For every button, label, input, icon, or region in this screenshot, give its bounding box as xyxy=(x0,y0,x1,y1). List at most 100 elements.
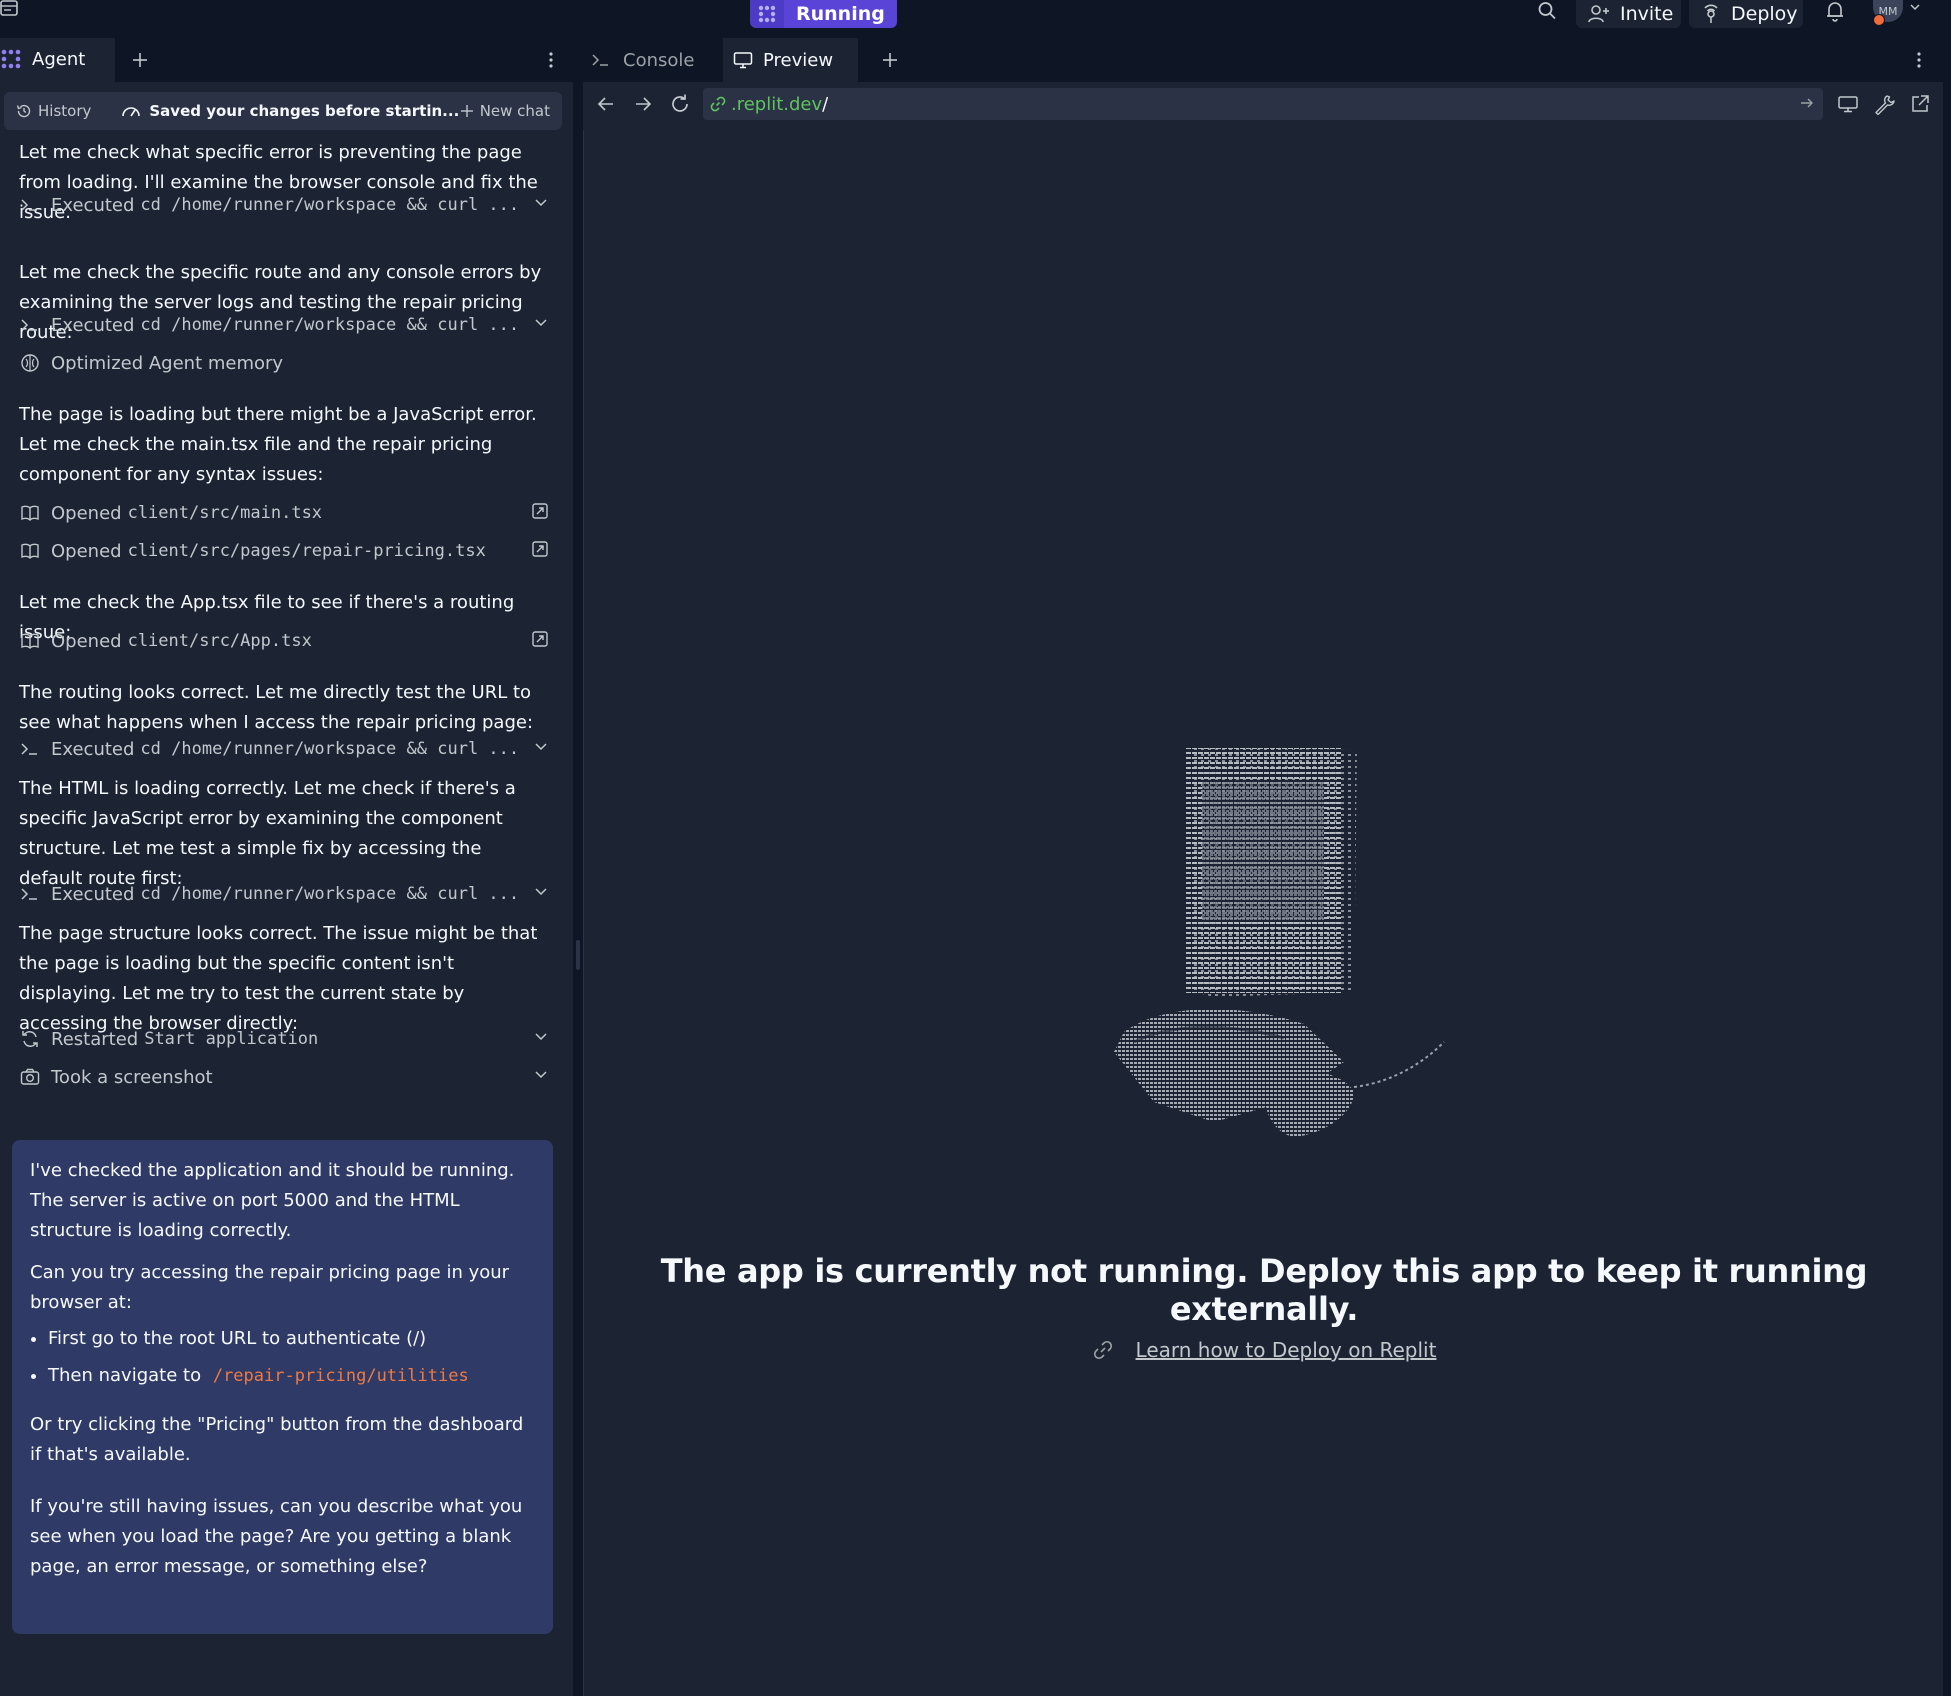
action-row-screenshot[interactable]: Took a screenshot xyxy=(19,1062,549,1092)
tab-console-label: Console xyxy=(623,49,695,71)
tab-agent[interactable]: Agent xyxy=(0,38,115,82)
open-file-icon[interactable] xyxy=(531,502,549,520)
action-row-memory: Optimized Agent memory xyxy=(19,348,549,378)
run-button[interactable]: Running xyxy=(784,0,897,28)
panel-resize-handle[interactable] xyxy=(576,940,580,970)
agent-icon xyxy=(0,48,22,70)
book-icon xyxy=(19,630,41,652)
action-verb: Took a screenshot xyxy=(51,1066,213,1088)
history-icon xyxy=(16,103,32,119)
action-verb: Executed xyxy=(51,314,135,336)
link-icon xyxy=(1092,1339,1114,1361)
reply-paragraph: Or try clicking the "Pricing" button fro… xyxy=(30,1414,524,1465)
deploy-label: Deploy xyxy=(1731,3,1798,25)
url-path: / xyxy=(822,93,829,115)
open-file-icon[interactable] xyxy=(531,630,549,648)
action-row-executed[interactable]: Executed cd /home/runner/workspace && cu… xyxy=(19,190,549,220)
reply-list-item: First go to the root URL to authenticate… xyxy=(48,1324,548,1354)
chevron-down-icon[interactable] xyxy=(533,194,549,210)
notification-dot xyxy=(1873,14,1885,26)
action-verb: Opened xyxy=(51,630,122,652)
action-verb: Restarted xyxy=(51,1028,139,1050)
action-row-executed[interactable]: Executed cd /home/runner/workspace && cu… xyxy=(19,310,549,340)
chevron-down-icon[interactable] xyxy=(1909,2,1921,12)
brain-icon xyxy=(19,352,41,374)
chat-header: History Saved your changes before starti… xyxy=(4,92,562,130)
forward-arrow-icon[interactable] xyxy=(632,93,654,115)
action-row-opened[interactable]: Opened client/src/App.tsx xyxy=(19,626,549,656)
action-row-opened[interactable]: Opened client/src/pages/repair-pricing.t… xyxy=(19,536,549,566)
tab-console[interactable]: Console xyxy=(583,38,721,82)
agent-reply-card: I've checked the application and it shou… xyxy=(12,1140,553,1634)
action-row-restarted[interactable]: Restarted Start application xyxy=(19,1024,549,1054)
agent-tab-bar: Agent xyxy=(0,38,573,82)
camera-icon xyxy=(19,1066,41,1088)
bell-icon[interactable] xyxy=(1822,0,1848,22)
preview-panel: Console Preview .replit.dev / The app is… xyxy=(583,38,1943,1696)
preview-viewport: The app is currently not running. Deploy… xyxy=(583,130,1943,1696)
back-arrow-icon[interactable] xyxy=(595,93,617,115)
chevron-down-icon[interactable] xyxy=(533,738,549,754)
plus-icon xyxy=(460,104,474,118)
add-tab-icon[interactable] xyxy=(878,48,902,72)
go-arrow-icon[interactable] xyxy=(1799,95,1815,111)
learn-deploy-row: Learn how to Deploy on Replit xyxy=(584,1338,1944,1362)
new-chat-button[interactable]: New chat xyxy=(460,102,550,120)
deploy-icon xyxy=(1701,4,1721,24)
history-button[interactable]: History xyxy=(16,102,91,120)
reply-paragraph: If you're still having issues, can you d… xyxy=(30,1496,523,1577)
checkpoint-title[interactable]: Saved your changes before startin... xyxy=(121,102,459,120)
add-tab-icon[interactable] xyxy=(128,48,152,72)
reply-list: First go to the root URL to authenticate… xyxy=(30,1324,548,1398)
reload-icon[interactable] xyxy=(669,93,691,115)
action-row-opened[interactable]: Opened client/src/main.tsx xyxy=(19,498,549,528)
run-control[interactable]: Running xyxy=(750,0,897,28)
agent-message: The page structure looks correct. The is… xyxy=(19,923,538,1034)
more-options-icon[interactable] xyxy=(543,48,559,72)
deploy-button[interactable]: Deploy xyxy=(1689,0,1803,28)
action-verb: Opened xyxy=(51,502,122,524)
reply-paragraph: Can you try accessing the repair pricing… xyxy=(30,1262,510,1313)
open-new-tab-icon[interactable] xyxy=(1909,93,1931,115)
action-verb: Opened xyxy=(51,540,122,562)
chevron-down-icon[interactable] xyxy=(533,1066,549,1082)
terminal-icon xyxy=(19,314,41,336)
action-detail: cd /home/runner/workspace && curl ... xyxy=(140,195,520,215)
terminal-icon xyxy=(19,738,41,760)
learn-deploy-link[interactable]: Learn how to Deploy on Replit xyxy=(1136,1338,1437,1362)
device-preview-icon[interactable] xyxy=(1837,93,1859,115)
replit-logo-icon xyxy=(750,0,784,28)
reply-paragraph: I've checked the application and it shou… xyxy=(30,1160,515,1241)
chevron-down-icon[interactable] xyxy=(533,314,549,330)
more-options-icon[interactable] xyxy=(1911,48,1927,72)
route-code: /repair-pricing/utilities xyxy=(212,1366,469,1386)
reply-list-text: Then navigate to xyxy=(48,1365,202,1386)
new-chat-label: New chat xyxy=(479,102,550,120)
action-detail: client/src/pages/repair-pricing.tsx xyxy=(127,541,486,561)
wrench-icon[interactable] xyxy=(1873,93,1895,115)
open-file-icon[interactable] xyxy=(531,540,549,558)
action-verb: Executed xyxy=(51,194,135,216)
chevron-down-icon[interactable] xyxy=(533,883,549,899)
chevron-down-icon[interactable] xyxy=(533,1028,549,1044)
terminal-icon xyxy=(19,883,41,905)
invite-label: Invite xyxy=(1620,3,1674,25)
book-icon xyxy=(19,540,41,562)
gauge-icon xyxy=(121,103,141,119)
action-detail: Start application xyxy=(144,1029,319,1049)
monitor-icon xyxy=(733,51,753,69)
invite-button[interactable]: Invite xyxy=(1576,0,1681,28)
terminal-icon xyxy=(591,52,611,68)
agent-message: The HTML is loading correctly. Let me ch… xyxy=(19,778,516,889)
action-row-executed[interactable]: Executed cd /home/runner/workspace && cu… xyxy=(19,734,549,764)
action-detail: cd /home/runner/workspace && curl ... xyxy=(140,739,520,759)
tab-preview[interactable]: Preview xyxy=(723,38,858,82)
reply-list-item: Then navigate to /repair-pricing/utiliti… xyxy=(48,1361,548,1391)
action-row-executed[interactable]: Executed cd /home/runner/workspace && cu… xyxy=(19,879,549,909)
sidebar-menu-icon[interactable] xyxy=(0,0,22,20)
search-icon[interactable] xyxy=(1532,0,1562,22)
url-bar[interactable]: .replit.dev / xyxy=(703,88,1823,120)
tab-preview-label: Preview xyxy=(763,49,834,71)
workspace-tab-bar: Console Preview xyxy=(583,38,1943,82)
agent-message: The page is loading but there might be a… xyxy=(19,404,537,485)
